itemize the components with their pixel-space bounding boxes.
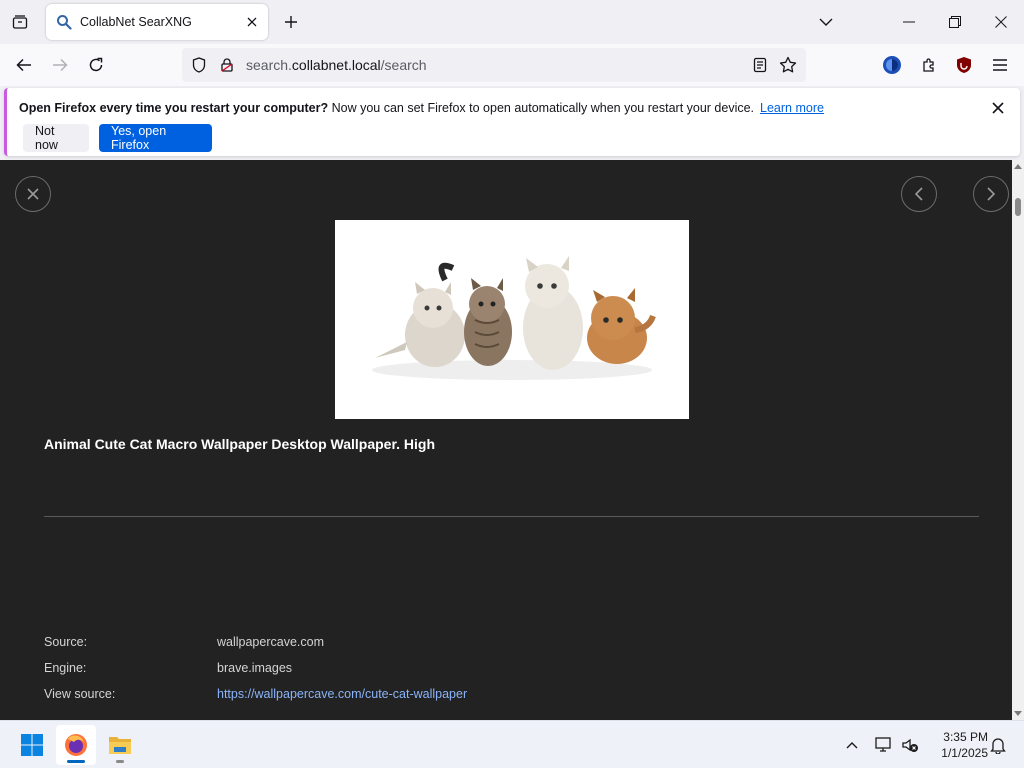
result-image[interactable] — [335, 220, 689, 419]
scroll-up-arrow-icon[interactable] — [1014, 162, 1022, 170]
previous-arrow-icon[interactable] — [901, 176, 937, 212]
engine-value: brave.images — [217, 661, 293, 675]
show-hidden-icons-chevron-icon[interactable] — [840, 733, 864, 757]
reader-view-icon[interactable] — [746, 51, 774, 79]
tab-strip: CollabNet SearXNG — [0, 0, 1024, 44]
menu-hamburger-icon[interactable] — [985, 50, 1015, 80]
chevron-down-icon[interactable] — [812, 8, 840, 36]
new-tab-icon[interactable] — [278, 8, 304, 36]
tab-list-icon[interactable] — [6, 8, 34, 36]
source-label: Source: — [44, 635, 88, 649]
ublock-origin-icon[interactable] — [949, 50, 979, 80]
restore-icon[interactable] — [932, 0, 978, 44]
file-explorer-icon[interactable] — [100, 725, 140, 765]
back-arrow-icon[interactable] — [9, 50, 39, 80]
forward-arrow-icon[interactable] — [45, 50, 75, 80]
kittens-picture — [372, 256, 656, 380]
url-bar[interactable]: search.collabnet.local/search — [182, 48, 806, 82]
account-icon[interactable] — [877, 50, 907, 80]
scroll-down-arrow-icon[interactable] — [1014, 710, 1022, 718]
divider — [44, 516, 979, 517]
tab-title: CollabNet SearXNG — [80, 15, 192, 29]
network-icon[interactable] — [872, 733, 896, 757]
notification-message: Open Firefox every time you restart your… — [19, 101, 824, 115]
windows-start-icon[interactable] — [12, 725, 52, 765]
source-value: wallpapercave.com — [217, 635, 324, 649]
notifications-bell-icon[interactable] — [986, 733, 1010, 757]
next-arrow-icon[interactable] — [973, 176, 1009, 212]
volume-muted-icon[interactable] — [898, 733, 922, 757]
browser-tab[interactable]: CollabNet SearXNG — [46, 4, 268, 40]
close-viewer-icon[interactable] — [15, 176, 51, 212]
close-window-icon[interactable] — [978, 0, 1024, 44]
clock-time: 3:35 PM — [943, 730, 988, 744]
system-clock[interactable]: 3:35 PM 1/1/2025 — [924, 729, 988, 761]
engine-label: Engine: — [44, 661, 87, 675]
default-browser-notification: Open Firefox every time you restart your… — [4, 88, 1020, 156]
page-info-icon[interactable] — [216, 54, 238, 76]
shield-icon[interactable] — [188, 54, 210, 76]
windows-taskbar: 3:35 PM 1/1/2025 — [0, 720, 1024, 768]
reload-icon[interactable] — [81, 50, 111, 80]
running-indicator — [116, 760, 124, 763]
extensions-icon[interactable] — [914, 50, 944, 80]
learn-more-link[interactable]: Learn more — [760, 101, 824, 115]
result-title: Animal Cute Cat Macro Wallpaper Desktop … — [44, 436, 436, 452]
close-notification-icon[interactable] — [988, 98, 1008, 118]
scrollbar-thumb[interactable] — [1015, 198, 1021, 216]
search-icon — [56, 14, 72, 30]
url-text[interactable]: search.collabnet.local/search — [246, 57, 746, 73]
view-source-link[interactable]: https://wallpapercave.com/cute-cat-wallp… — [217, 687, 467, 701]
yes-open-firefox-button[interactable]: Yes, open Firefox — [99, 124, 212, 152]
active-indicator — [67, 760, 85, 763]
close-tab-icon[interactable] — [240, 10, 264, 34]
image-detail-viewer: Animal Cute Cat Macro Wallpaper Desktop … — [0, 160, 1012, 720]
page-scrollbar[interactable] — [1012, 160, 1024, 720]
view-source-label: View source: — [44, 687, 116, 701]
bookmark-star-icon[interactable] — [774, 51, 802, 79]
firefox-taskbar-icon[interactable] — [56, 725, 96, 765]
clock-date: 1/1/2025 — [941, 746, 988, 760]
not-now-button[interactable]: Not now — [23, 124, 89, 152]
navigation-bar: search.collabnet.local/search — [0, 44, 1024, 86]
minimize-icon[interactable] — [886, 0, 932, 44]
